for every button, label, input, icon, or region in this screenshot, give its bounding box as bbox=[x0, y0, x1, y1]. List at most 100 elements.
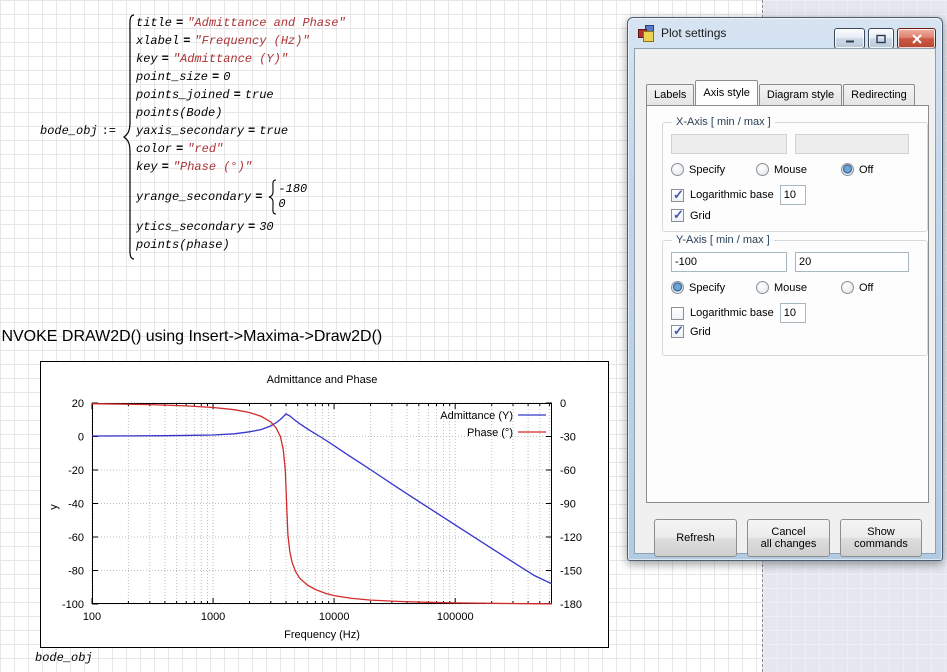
y-log-row: Logarithmic base bbox=[671, 303, 806, 323]
radio-off[interactable]: Off bbox=[841, 163, 873, 176]
x-axis-group-legend: X-Axis [ min / max ] bbox=[672, 116, 775, 128]
radio-circle[interactable] bbox=[671, 281, 684, 294]
svg-text:-40: -40 bbox=[68, 499, 84, 511]
invoke-note: INVOKE DRAW2D() using Insert->Maxima->Dr… bbox=[0, 328, 382, 346]
radio-circle[interactable] bbox=[756, 163, 769, 176]
code-line: key="Admittance (Y)" bbox=[136, 50, 346, 68]
bode-chart: 200-20-40-60-80-1000-30-60-90-120-150-18… bbox=[40, 361, 609, 648]
maximize-icon bbox=[876, 34, 886, 43]
tab-page-axis-style: X-Axis [ min / max ] Specify Mouse Off Log… bbox=[646, 105, 929, 503]
tab-labels[interactable]: Labels bbox=[646, 84, 694, 105]
minimize-button[interactable] bbox=[834, 28, 865, 49]
radio-circle[interactable] bbox=[841, 281, 854, 294]
svg-text:Admittance and Phase: Admittance and Phase bbox=[267, 374, 378, 386]
dialog-title: Plot settings bbox=[661, 26, 726, 40]
radio-mouse[interactable]: Mouse bbox=[756, 281, 807, 294]
svg-text:100: 100 bbox=[83, 611, 101, 623]
svg-text:20: 20 bbox=[72, 398, 84, 410]
x-min-input[interactable] bbox=[671, 134, 787, 154]
code-line: xlabel="Frequency (Hz)" bbox=[136, 32, 346, 50]
svg-text:-120: -120 bbox=[560, 532, 582, 544]
radio-label: Off bbox=[859, 282, 873, 294]
svg-text:y: y bbox=[48, 504, 60, 510]
checkbox[interactable] bbox=[671, 209, 684, 222]
code-target-name: bode_obj bbox=[40, 124, 98, 138]
svg-text:-80: -80 bbox=[68, 566, 84, 578]
radio-circle[interactable] bbox=[841, 163, 854, 176]
x-log-row: Logarithmic base bbox=[671, 185, 806, 205]
radio-label: Off bbox=[859, 164, 873, 176]
cancel-all-changes-button[interactable]: Cancel all changes bbox=[747, 519, 830, 557]
tab-strip: LabelsAxis styleDiagram styleRedirecting bbox=[646, 80, 916, 105]
tab-redirecting[interactable]: Redirecting bbox=[843, 84, 915, 105]
svg-text:-30: -30 bbox=[560, 432, 576, 444]
y-axis-group-legend: Y-Axis [ min / max ] bbox=[672, 234, 774, 246]
code-block[interactable]: title="Admittance and Phase"xlabel="Freq… bbox=[136, 14, 346, 254]
y-axis-group: Y-Axis [ min / max ] SpecifyMouseOff Log… bbox=[662, 240, 928, 356]
code-line: point_size=0 bbox=[136, 68, 346, 86]
radio-mouse[interactable]: Mouse bbox=[756, 163, 807, 176]
svg-text:10000: 10000 bbox=[319, 611, 350, 623]
tab-axis-style[interactable]: Axis style bbox=[695, 80, 757, 105]
result-expression[interactable]: bode_obj bbox=[35, 651, 93, 665]
dialog-titlebar[interactable]: Plot settings bbox=[628, 18, 942, 48]
x-max-input[interactable] bbox=[795, 134, 909, 154]
app-icon bbox=[638, 25, 654, 41]
radio-label: Specify bbox=[689, 282, 725, 294]
show-commands-button[interactable]: Show commands bbox=[840, 519, 922, 557]
assign-operator: := bbox=[102, 124, 116, 138]
y-grid-row: Grid bbox=[671, 325, 711, 338]
svg-text:-60: -60 bbox=[560, 465, 576, 477]
svg-text:-90: -90 bbox=[560, 499, 576, 511]
code-line: points(phase) bbox=[136, 236, 346, 254]
plot-settings-dialog: Plot settings LabelsAxis styleDiagram st… bbox=[627, 17, 943, 561]
radio-label: Mouse bbox=[774, 282, 807, 294]
radio-specify[interactable]: Specify bbox=[671, 281, 725, 294]
y-min-input[interactable] bbox=[671, 252, 787, 272]
y-max-input[interactable] bbox=[795, 252, 909, 272]
checkbox[interactable] bbox=[671, 307, 684, 320]
checkbox-label: Logarithmic base bbox=[690, 307, 774, 319]
code-line: title="Admittance and Phase" bbox=[136, 14, 346, 32]
svg-text:100000: 100000 bbox=[437, 611, 474, 623]
svg-text:1000: 1000 bbox=[201, 611, 225, 623]
svg-text:-180: -180 bbox=[560, 599, 582, 611]
svg-text:0: 0 bbox=[78, 432, 84, 444]
code-line: points(Bode) bbox=[136, 104, 346, 122]
plot-output[interactable]: 200-20-40-60-80-1000-30-60-90-120-150-18… bbox=[40, 361, 609, 648]
refresh-button[interactable]: Refresh bbox=[654, 519, 737, 557]
code-block-brace bbox=[123, 14, 135, 260]
svg-text:-150: -150 bbox=[560, 566, 582, 578]
minimize-icon bbox=[845, 34, 855, 43]
x-log-base-input[interactable] bbox=[780, 185, 806, 205]
radio-label: Mouse bbox=[774, 164, 807, 176]
radio-label: Specify bbox=[689, 164, 725, 176]
x-axis-group: X-Axis [ min / max ] SpecifyMouseOff Log… bbox=[662, 122, 928, 232]
checkbox[interactable] bbox=[671, 189, 684, 202]
radio-specify[interactable]: Specify bbox=[671, 163, 725, 176]
radio-circle[interactable] bbox=[756, 281, 769, 294]
checkbox[interactable] bbox=[671, 325, 684, 338]
dialog-client-area: LabelsAxis styleDiagram styleRedirecting… bbox=[634, 48, 936, 554]
radio-circle[interactable] bbox=[671, 163, 684, 176]
svg-text:-20: -20 bbox=[68, 465, 84, 477]
radio-off[interactable]: Off bbox=[841, 281, 873, 294]
close-icon bbox=[912, 34, 922, 44]
close-button[interactable] bbox=[897, 28, 936, 49]
x-grid-row: Grid bbox=[671, 209, 711, 222]
maximize-button[interactable] bbox=[868, 28, 894, 49]
y-log-base-input[interactable] bbox=[780, 303, 806, 323]
code-line: ytics_secondary=30 bbox=[136, 218, 346, 236]
svg-text:-100: -100 bbox=[62, 599, 84, 611]
code-line: yrange_secondary=-1800 bbox=[136, 176, 346, 218]
svg-text:Phase (°): Phase (°) bbox=[467, 427, 513, 439]
tab-diagram-style[interactable]: Diagram style bbox=[759, 84, 842, 105]
x-axis-mode-options: Specify Mouse Off bbox=[663, 163, 927, 177]
svg-text:0: 0 bbox=[560, 398, 566, 410]
code-assign-target[interactable]: bode_obj := bbox=[40, 124, 120, 138]
checkbox-label: Logarithmic base bbox=[690, 189, 774, 201]
y-axis-mode-options: Specify Mouse Off bbox=[663, 281, 927, 295]
code-line: yaxis_secondary=true bbox=[136, 122, 346, 140]
code-line: points_joined=true bbox=[136, 86, 346, 104]
svg-text:Frequency (Hz): Frequency (Hz) bbox=[284, 629, 360, 641]
